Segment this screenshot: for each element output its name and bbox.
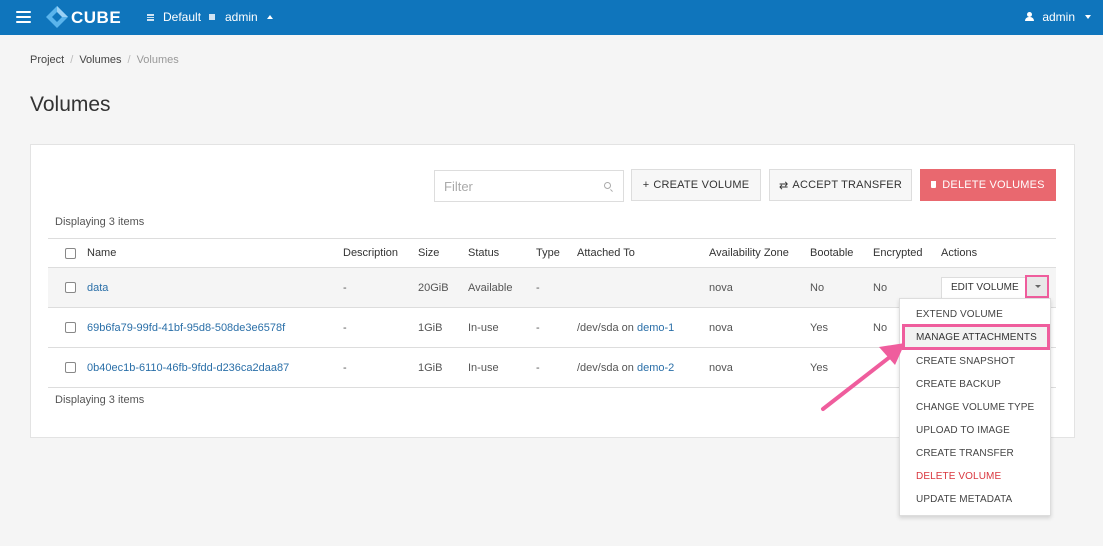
row-select-cell: [48, 267, 87, 308]
accept-transfer-label: ACCEPT TRANSFER: [792, 179, 902, 191]
volume-name-link[interactable]: 0b40ec1b-6110-46fb-9fdd-d236ca2daa87: [87, 362, 289, 374]
description-cell: -: [343, 267, 418, 308]
col-header-status[interactable]: Status: [468, 238, 536, 268]
user-menu[interactable]: admin: [1025, 10, 1091, 24]
description-cell: -: [343, 307, 418, 348]
search-icon[interactable]: [604, 182, 611, 189]
breadcrumb: Project / Volumes / Volumes: [30, 54, 179, 66]
plus-icon: +: [642, 179, 650, 191]
accept-transfer-button[interactable]: ⇄ ACCEPT TRANSFER: [769, 169, 912, 201]
status-cell: Available: [468, 267, 536, 308]
col-header-description[interactable]: Description: [343, 238, 418, 268]
attached-to-cell: /dev/sda on demo-1: [577, 307, 709, 348]
project-selector[interactable]: admin: [209, 10, 273, 24]
col-header-type[interactable]: Type: [536, 238, 577, 268]
display-count-top: Displaying 3 items: [55, 216, 145, 228]
zone-cell: nova: [709, 307, 810, 348]
menu-create-snapshot[interactable]: CREATE SNAPSHOT: [916, 356, 1015, 367]
domain-icon: [147, 13, 154, 21]
attached-on-text: on: [621, 321, 634, 334]
table-header-row: Name Description Size Status Type Attach…: [48, 238, 1056, 268]
annotation-arrow-icon: [821, 343, 905, 411]
menu-manage-attachments[interactable]: MANAGE ATTACHMENTS: [902, 324, 1050, 350]
attached-to-cell: /dev/sda on demo-2: [577, 347, 709, 388]
col-header-name[interactable]: Name: [87, 238, 343, 268]
size-cell: 1GiB: [418, 347, 468, 388]
domain-selector[interactable]: Default: [147, 10, 201, 24]
domain-label: Default: [163, 10, 202, 24]
volume-name-cell: data: [87, 267, 343, 308]
menu-upload-to-image[interactable]: UPLOAD TO IMAGE: [916, 425, 1010, 436]
type-cell: -: [536, 307, 577, 348]
menu-manage-attachments-label: MANAGE ATTACHMENTS: [916, 332, 1037, 343]
volume-name-cell: 69b6fa79-99fd-41bf-95d8-508de3e6578f: [87, 307, 343, 348]
trash-icon: [931, 180, 937, 188]
breadcrumb-separator: /: [70, 54, 74, 66]
bootable-cell: No: [810, 267, 873, 308]
zone-cell: nova: [709, 347, 810, 388]
attached-instance-link[interactable]: demo-2: [637, 362, 674, 374]
zone-cell: nova: [709, 267, 810, 308]
type-cell: -: [536, 347, 577, 388]
project-icon: [209, 14, 215, 20]
col-header-encrypted[interactable]: Encrypted: [873, 238, 941, 268]
row-checkbox[interactable]: [65, 322, 76, 334]
volume-name-cell: 0b40ec1b-6110-46fb-9fdd-d236ca2daa87: [87, 347, 343, 388]
col-header-attached-to[interactable]: Attached To: [577, 238, 709, 268]
brand-name[interactable]: CUBE: [71, 8, 121, 28]
project-label: admin: [225, 10, 258, 24]
menu-change-volume-type[interactable]: CHANGE VOLUME TYPE: [916, 402, 1034, 413]
col-header-size[interactable]: Size: [418, 238, 468, 268]
breadcrumb-current: Volumes: [136, 54, 179, 66]
user-label: admin: [1042, 10, 1075, 24]
row-checkbox[interactable]: [65, 282, 76, 294]
top-navbar: CUBE Default admin admin: [0, 0, 1103, 35]
volume-name-link[interactable]: data: [87, 282, 108, 294]
attached-on-text: on: [621, 361, 634, 374]
delete-volumes-button[interactable]: DELETE VOLUMES: [920, 169, 1056, 201]
col-header-bootable[interactable]: Bootable: [810, 238, 873, 268]
row-checkbox[interactable]: [65, 362, 76, 374]
create-volume-button[interactable]: + CREATE VOLUME: [631, 169, 761, 201]
breadcrumb-volumes[interactable]: Volumes: [79, 54, 121, 66]
user-icon: [1025, 12, 1035, 22]
description-cell: -: [343, 347, 418, 388]
breadcrumb-separator: /: [127, 54, 131, 66]
menu-icon[interactable]: [16, 11, 31, 23]
row-select-cell: [48, 347, 87, 388]
type-cell: -: [536, 267, 577, 308]
delete-volumes-label: DELETE VOLUMES: [942, 179, 1045, 191]
size-cell: 20GiB: [418, 267, 468, 308]
status-cell: In-use: [468, 347, 536, 388]
attached-device: /dev/sda: [577, 321, 619, 334]
edit-volume-button[interactable]: EDIT VOLUME: [941, 276, 1029, 299]
attached-instance-link[interactable]: demo-1: [637, 322, 674, 334]
size-cell: 1GiB: [418, 307, 468, 348]
display-count-bottom: Displaying 3 items: [55, 394, 145, 406]
caret-down-icon: [1085, 15, 1091, 19]
filter-box: [434, 170, 624, 202]
menu-create-backup[interactable]: CREATE BACKUP: [916, 379, 1001, 390]
menu-delete-volume[interactable]: DELETE VOLUME: [916, 471, 1001, 482]
status-cell: In-use: [468, 307, 536, 348]
actions-dropdown-toggle[interactable]: [1025, 275, 1049, 298]
row-select-cell: [48, 307, 87, 348]
select-all-cell: [48, 238, 87, 268]
menu-extend-volume[interactable]: EXTEND VOLUME: [916, 309, 1003, 320]
exchange-icon: ⇄: [779, 179, 789, 192]
page-title: Volumes: [30, 93, 111, 116]
volume-name-link[interactable]: 69b6fa79-99fd-41bf-95d8-508de3e6578f: [87, 322, 285, 334]
col-header-availability-zone[interactable]: Availability Zone: [709, 238, 810, 268]
select-all-checkbox[interactable]: [65, 247, 76, 259]
attached-device: /dev/sda: [577, 361, 619, 374]
breadcrumb-project[interactable]: Project: [30, 54, 64, 66]
col-header-actions: Actions: [941, 238, 1056, 268]
cube-logo-icon[interactable]: [45, 5, 69, 29]
attached-to-cell: [577, 267, 709, 308]
filter-input[interactable]: [435, 171, 585, 201]
create-volume-label: CREATE VOLUME: [653, 179, 750, 191]
menu-create-transfer[interactable]: CREATE TRANSFER: [916, 448, 1014, 459]
menu-update-metadata[interactable]: UPDATE METADATA: [916, 494, 1012, 505]
caret-up-icon: [266, 15, 273, 19]
